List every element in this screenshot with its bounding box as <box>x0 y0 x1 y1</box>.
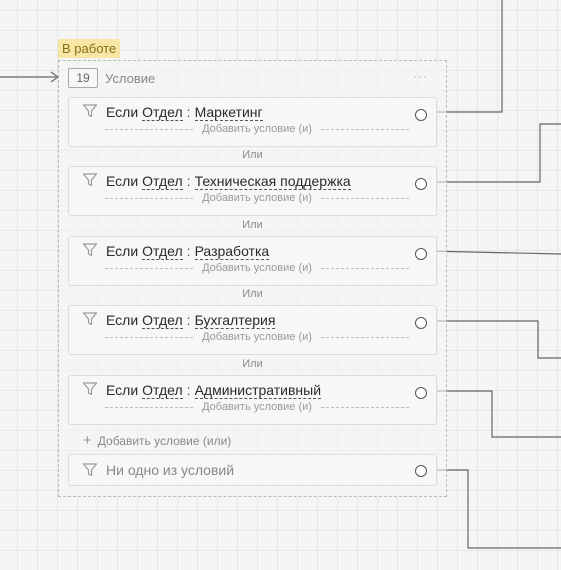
condition-separator: : <box>186 173 191 189</box>
condition-card[interactable]: Если Отдел: Бухгалтерия Добавить условие (… <box>68 305 437 355</box>
filter-icon <box>82 382 98 396</box>
condition-expression: Если Отдел: Техническая поддержка <box>106 173 351 190</box>
none-of-conditions-label: Ни одно из условий <box>106 462 235 478</box>
filter-icon <box>82 463 98 477</box>
condition-value[interactable]: Административный <box>194 382 322 399</box>
output-port[interactable] <box>415 109 427 121</box>
filter-icon <box>82 173 98 187</box>
condition-value[interactable]: Техническая поддержка <box>194 173 351 190</box>
condition-expression: Если Отдел: Бухгалтерия <box>106 312 276 329</box>
divider <box>321 337 409 338</box>
condition-field[interactable]: Отдел <box>142 173 183 190</box>
condition-card[interactable]: Если Отдел: Разработка Добавить условие (и… <box>68 236 437 286</box>
condition-card[interactable]: Если Отдел: Административный Добавить усло… <box>68 375 437 425</box>
add-and-condition-button[interactable]: Добавить условие (и) <box>105 191 409 205</box>
condition-keyword: Если <box>106 382 139 398</box>
add-and-condition-button[interactable]: Добавить условие (и) <box>105 122 409 136</box>
add-or-label: Добавить условие (или) <box>97 434 232 448</box>
output-port[interactable] <box>415 178 427 190</box>
input-arrow-icon <box>50 71 60 83</box>
condition-keyword: Если <box>106 243 139 259</box>
or-label: Или <box>242 358 263 370</box>
add-and-condition-button[interactable]: Добавить условие (и) <box>105 400 409 414</box>
condition-keyword: Если <box>106 173 139 189</box>
none-of-conditions-card[interactable]: Ни одно из условий <box>68 454 437 486</box>
condition-card[interactable]: Если Отдел: Маркетинг Добавить условие (и) <box>68 97 437 147</box>
condition-separator: : <box>186 104 191 120</box>
or-label: Или <box>242 149 263 161</box>
condition-expression: Если Отдел: Разработка <box>106 243 270 260</box>
condition-field[interactable]: Отдел <box>142 382 183 399</box>
or-label: Или <box>242 288 263 300</box>
condition-field[interactable]: Отдел <box>142 104 183 121</box>
plus-icon: + <box>83 432 92 449</box>
condition-keyword: Если <box>106 312 139 328</box>
condition-card[interactable]: Если Отдел: Техническая поддержка Добавить… <box>68 166 437 216</box>
condition-field[interactable]: Отдел <box>142 312 183 329</box>
output-port[interactable] <box>415 248 427 260</box>
filter-icon <box>82 243 98 257</box>
condition-value[interactable]: Бухгалтерия <box>194 312 276 329</box>
output-port[interactable] <box>415 465 427 477</box>
divider <box>321 198 409 199</box>
status-tag: В работе <box>58 39 121 58</box>
node-id-badge: 19 <box>68 68 98 88</box>
filter-icon <box>82 104 98 118</box>
add-and-condition-button[interactable]: Добавить условие (и) <box>105 261 409 275</box>
condition-expression: Если Отдел: Маркетинг <box>106 104 263 121</box>
output-port[interactable] <box>415 387 427 399</box>
output-port[interactable] <box>415 317 427 329</box>
add-or-condition-button[interactable]: + Добавить условие (или) <box>83 432 231 449</box>
condition-separator: : <box>186 312 191 328</box>
filter-icon <box>82 312 98 326</box>
condition-node[interactable]: 19 Условие ··· Если Отдел: Маркетинг Добав… <box>58 60 447 497</box>
condition-separator: : <box>186 243 191 259</box>
divider <box>321 268 409 269</box>
condition-field[interactable]: Отдел <box>142 243 183 260</box>
condition-separator: : <box>186 382 191 398</box>
node-menu-button[interactable]: ··· <box>413 69 428 83</box>
add-and-condition-button[interactable]: Добавить условие (и) <box>105 330 409 344</box>
divider <box>321 407 409 408</box>
node-title: Условие <box>105 71 156 86</box>
divider <box>321 129 409 130</box>
condition-value[interactable]: Разработка <box>194 243 270 260</box>
node-header: 19 Условие ··· <box>59 61 446 97</box>
condition-value[interactable]: Маркетинг <box>194 104 263 121</box>
condition-expression: Если Отдел: Административный <box>106 382 322 399</box>
or-label: Или <box>242 219 263 231</box>
condition-keyword: Если <box>106 104 139 120</box>
